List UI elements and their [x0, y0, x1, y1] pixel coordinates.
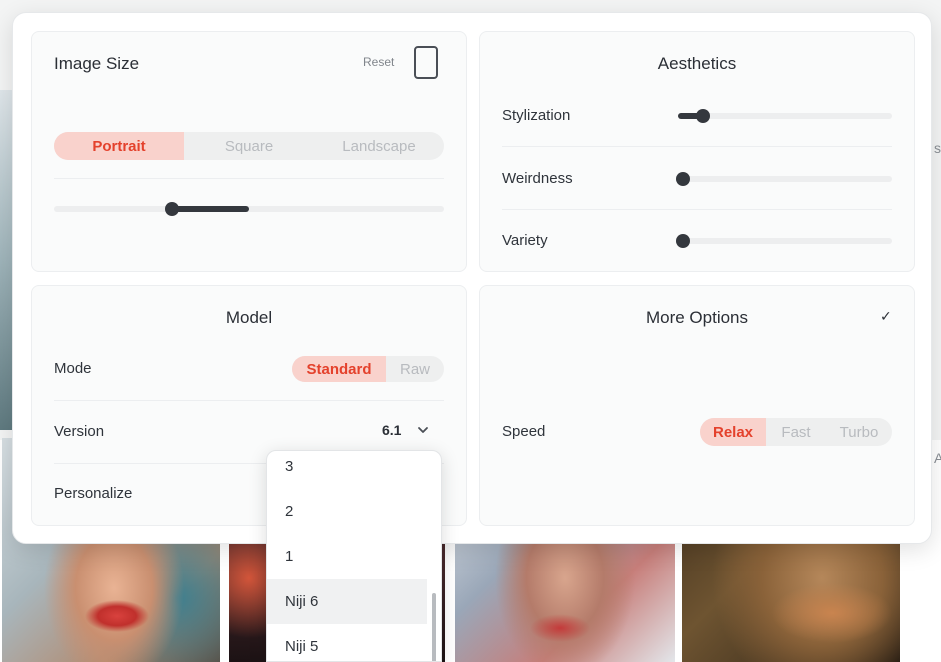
mode-label: Mode [54, 360, 92, 377]
divider [54, 178, 444, 179]
divider [502, 209, 892, 210]
stylization-slider-handle[interactable] [696, 109, 710, 123]
version-option[interactable]: 3 [267, 451, 427, 489]
speed-option-fast[interactable]: Fast [766, 418, 826, 446]
weirdness-slider-handle[interactable] [676, 172, 690, 186]
orientation-option-landscape[interactable]: Landscape [314, 132, 444, 160]
mode-option-standard[interactable]: Standard [292, 356, 386, 382]
version-option[interactable]: Niji 5 [267, 624, 427, 661]
orientation-option-portrait[interactable]: Portrait [54, 132, 184, 160]
version-value[interactable]: 6.1 [382, 422, 401, 438]
aspect-ratio-slider-handle[interactable] [165, 202, 179, 216]
aspect-ratio-slider-fill [171, 206, 249, 212]
settings-panel: Image Size Reset Portrait Square Landsca… [12, 12, 932, 544]
divider [502, 146, 892, 147]
personalize-label: Personalize [54, 485, 133, 502]
orientation-toggle: Portrait Square Landscape [54, 132, 444, 160]
aesthetics-title: Aesthetics [657, 54, 737, 73]
divider [54, 400, 444, 401]
variety-label: Variety [502, 232, 548, 249]
mode-option-raw[interactable]: Raw [386, 356, 444, 382]
version-option-highlighted[interactable]: Niji 6 [267, 579, 427, 624]
background-text-fragment: s [934, 140, 941, 156]
reset-button[interactable]: Reset [363, 55, 394, 69]
variety-slider-handle[interactable] [676, 234, 690, 248]
weirdness-label: Weirdness [502, 170, 573, 187]
image-size-card: Image Size Reset Portrait Square Landsca… [31, 31, 467, 272]
chevron-down-icon[interactable] [416, 423, 430, 437]
check-icon[interactable]: ✓ [880, 308, 892, 325]
background-image-sliver [0, 90, 12, 430]
aesthetics-card: Aesthetics Stylization Weirdness Variety [479, 31, 915, 272]
orientation-option-square[interactable]: Square [184, 132, 314, 160]
speed-label: Speed [502, 423, 546, 440]
version-label: Version [54, 423, 105, 440]
speed-option-turbo[interactable]: Turbo [826, 418, 892, 446]
stylization-label: Stylization [502, 107, 571, 124]
model-title: Model [225, 308, 273, 327]
portrait-aspect-icon [414, 46, 438, 79]
version-option[interactable]: 2 [267, 489, 427, 534]
variety-slider-track[interactable] [676, 234, 892, 248]
stylization-slider-track[interactable] [678, 109, 892, 123]
version-dropdown-menu: 3 2 1 Niji 6 Niji 5 [266, 450, 442, 662]
weirdness-slider-track[interactable] [676, 172, 892, 186]
more-options-card: More Options ✓ Speed Relax Fast Turbo [479, 285, 915, 526]
dropdown-scrollbar[interactable] [432, 593, 436, 661]
image-size-title: Image Size [54, 54, 140, 73]
mode-toggle: Standard Raw [292, 356, 444, 382]
speed-toggle: Relax Fast Turbo [700, 418, 892, 446]
aspect-ratio-slider-track[interactable] [54, 202, 444, 216]
version-option[interactable]: 1 [267, 534, 427, 579]
more-options-title: More Options [645, 308, 749, 327]
speed-option-relax[interactable]: Relax [700, 418, 766, 446]
